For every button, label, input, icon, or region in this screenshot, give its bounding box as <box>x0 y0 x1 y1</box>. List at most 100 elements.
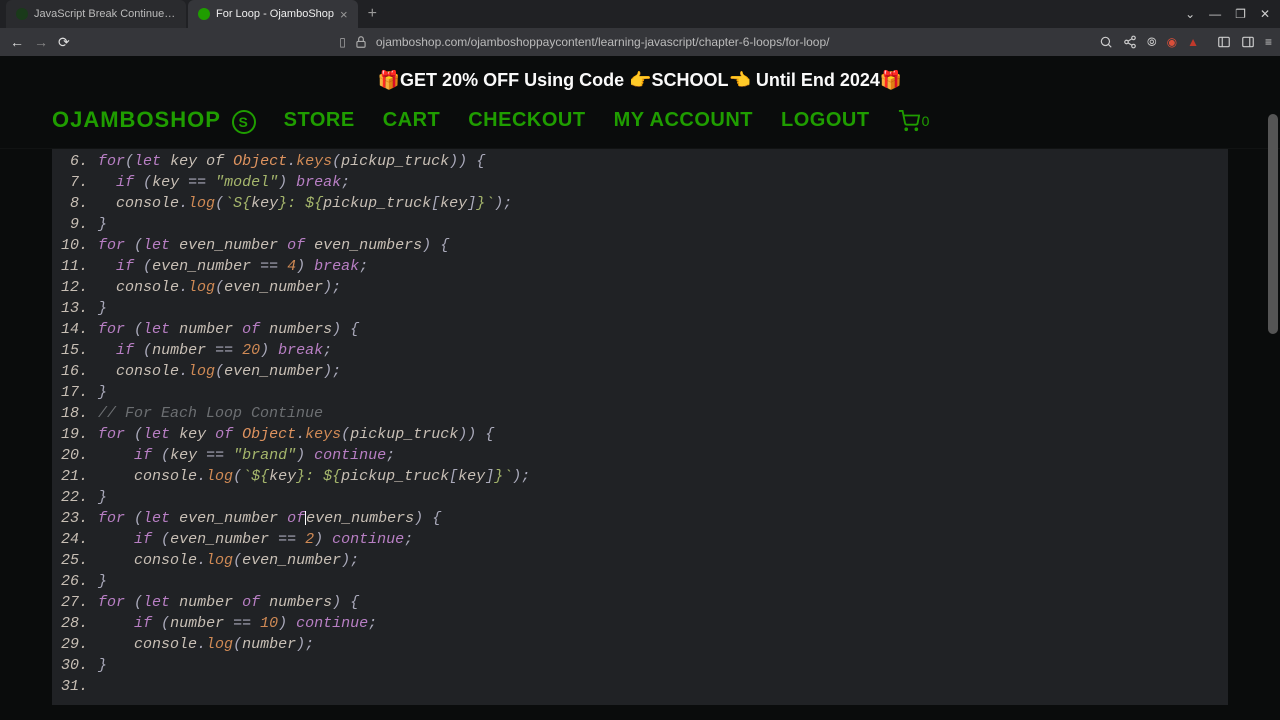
chevron-down-icon[interactable]: ⌄ <box>1185 7 1195 21</box>
line-number: 22. <box>52 487 98 508</box>
code-line[interactable]: 9.} <box>52 214 1228 235</box>
tab-title: JavaScript Break Continue Loo… <box>34 8 176 20</box>
share-icon[interactable] <box>1123 35 1137 49</box>
scrollbar-thumb[interactable] <box>1268 114 1278 334</box>
favicon-icon <box>198 8 210 20</box>
line-number: 15. <box>52 340 98 361</box>
code-text: if (key == "model") break; <box>98 172 350 193</box>
code-text: if (even_number == 2) continue; <box>98 529 413 550</box>
code-text: console.log(number); <box>98 634 314 655</box>
code-line[interactable]: 24. if (even_number == 2) continue; <box>52 529 1228 550</box>
code-line[interactable]: 21. console.log(`${key}: ${pickup_truck[… <box>52 466 1228 487</box>
reload-button[interactable]: ⟳ <box>58 34 70 51</box>
brand-logo-icon: S <box>232 110 256 134</box>
forward-button[interactable]: → <box>34 34 48 50</box>
code-line[interactable]: 20. if (key == "brand") continue; <box>52 445 1228 466</box>
menu-icon[interactable]: ≡ <box>1265 35 1270 49</box>
code-line[interactable]: 25. console.log(even_number); <box>52 550 1228 571</box>
code-text: // For Each Loop Continue <box>98 403 323 424</box>
line-number: 25. <box>52 550 98 571</box>
code-line[interactable]: 22.} <box>52 487 1228 508</box>
extension-icon[interactable]: ▲ <box>1187 35 1199 49</box>
window-controls: ⌄ — ❐ ✕ <box>1185 0 1280 28</box>
code-line[interactable]: 26.} <box>52 571 1228 592</box>
code-text: console.log(even_number); <box>98 361 341 382</box>
brand-text: OJAMBOSHOP <box>52 107 221 132</box>
brand-logo[interactable]: OJAMBOSHOP S <box>52 107 256 134</box>
code-line[interactable]: 15. if (number == 20) break; <box>52 340 1228 361</box>
code-block[interactable]: 6.for(let key of Object.keys(pickup_truc… <box>52 149 1228 705</box>
code-text: console.log(even_number); <box>98 277 341 298</box>
cart-button[interactable]: 0 <box>898 110 930 132</box>
code-text: console.log(`${key}: ${pickup_truck[key]… <box>98 466 530 487</box>
nav-store[interactable]: STORE <box>284 109 355 132</box>
line-number: 27. <box>52 592 98 613</box>
line-number: 7. <box>52 172 98 193</box>
code-text: } <box>98 655 107 676</box>
line-number: 8. <box>52 193 98 214</box>
line-number: 17. <box>52 382 98 403</box>
address-bar[interactable]: ▯ ojamboshop.com/ojamboshoppaycontent/le… <box>80 35 1089 49</box>
code-line[interactable]: 11. if (even_number == 4) break; <box>52 256 1228 277</box>
code-line[interactable]: 23.for (let even_number ofeven_numbers) … <box>52 508 1228 529</box>
code-line[interactable]: 19.for (let key of Object.keys(pickup_tr… <box>52 424 1228 445</box>
maximize-icon[interactable]: ❐ <box>1235 7 1246 21</box>
line-number: 24. <box>52 529 98 550</box>
code-line[interactable]: 14.for (let number of numbers) { <box>52 319 1228 340</box>
line-number: 23. <box>52 508 98 529</box>
lock-icon <box>354 35 368 49</box>
sidebar-left-icon[interactable] <box>1217 35 1231 49</box>
code-line[interactable]: 18.// For Each Loop Continue <box>52 403 1228 424</box>
browser-tab-active[interactable]: For Loop - OjamboShop × <box>188 0 358 28</box>
code-line[interactable]: 27.for (let number of numbers) { <box>52 592 1228 613</box>
code-text: if (number == 10) continue; <box>98 613 377 634</box>
promo-banner: 🎁GET 20% OFF Using Code 👉SCHOOL👈 Until E… <box>0 56 1280 99</box>
sidebar-right-icon[interactable] <box>1241 35 1255 49</box>
code-line[interactable]: 17.} <box>52 382 1228 403</box>
code-line[interactable]: 8. console.log(`S{key}: ${pickup_truck[k… <box>52 193 1228 214</box>
line-number: 21. <box>52 466 98 487</box>
zoom-icon[interactable] <box>1099 35 1113 49</box>
code-text: for(let key of Object.keys(pickup_truck)… <box>98 151 485 172</box>
code-line[interactable]: 13.} <box>52 298 1228 319</box>
line-number: 18. <box>52 403 98 424</box>
line-number: 11. <box>52 256 98 277</box>
line-number: 19. <box>52 424 98 445</box>
shield-icon[interactable]: ◉ <box>1167 35 1177 49</box>
code-line[interactable]: 28. if (number == 10) continue; <box>52 613 1228 634</box>
code-line[interactable]: 31. <box>52 676 1228 697</box>
code-line[interactable]: 7. if (key == "model") break; <box>52 172 1228 193</box>
favicon-icon <box>16 8 28 20</box>
code-line[interactable]: 6.for(let key of Object.keys(pickup_truc… <box>52 151 1228 172</box>
nav-account[interactable]: MY ACCOUNT <box>614 109 753 132</box>
rss-icon[interactable]: ⦾ <box>1147 35 1157 50</box>
close-tab-icon[interactable]: × <box>340 7 348 22</box>
code-line[interactable]: 29. console.log(number); <box>52 634 1228 655</box>
line-number: 20. <box>52 445 98 466</box>
minimize-icon[interactable]: — <box>1209 7 1221 21</box>
code-text: console.log(even_number); <box>98 550 359 571</box>
code-line[interactable]: 16. console.log(even_number); <box>52 361 1228 382</box>
code-line[interactable]: 30.} <box>52 655 1228 676</box>
browser-tab-bar: JavaScript Break Continue Loo… For Loop … <box>0 0 1280 28</box>
code-line[interactable]: 12. console.log(even_number); <box>52 277 1228 298</box>
nav-logout[interactable]: LOGOUT <box>781 109 870 132</box>
new-tab-button[interactable]: + <box>360 0 385 28</box>
reader-mode-icon[interactable]: ▯ <box>339 35 346 49</box>
line-number: 14. <box>52 319 98 340</box>
code-text: for (let number of numbers) { <box>98 319 359 340</box>
nav-cart[interactable]: CART <box>383 109 441 132</box>
browser-toolbar: ← → ⟳ ▯ ojamboshop.com/ojamboshoppaycont… <box>0 28 1280 56</box>
back-button[interactable]: ← <box>10 34 24 50</box>
code-text: } <box>98 571 107 592</box>
promo-text: 🎁GET 20% OFF Using Code 👉SCHOOL👈 Until E… <box>378 70 903 90</box>
cart-icon <box>898 110 920 132</box>
cart-count: 0 <box>922 113 930 129</box>
code-text: for (let number of numbers) { <box>98 592 359 613</box>
code-line[interactable]: 10.for (let even_number of even_numbers)… <box>52 235 1228 256</box>
close-window-icon[interactable]: ✕ <box>1260 7 1270 21</box>
browser-tab-inactive[interactable]: JavaScript Break Continue Loo… <box>6 0 186 28</box>
page-content: 🎁GET 20% OFF Using Code 👉SCHOOL👈 Until E… <box>0 56 1280 720</box>
tab-title: For Loop - OjamboShop <box>216 8 334 20</box>
nav-checkout[interactable]: CHECKOUT <box>468 109 585 132</box>
